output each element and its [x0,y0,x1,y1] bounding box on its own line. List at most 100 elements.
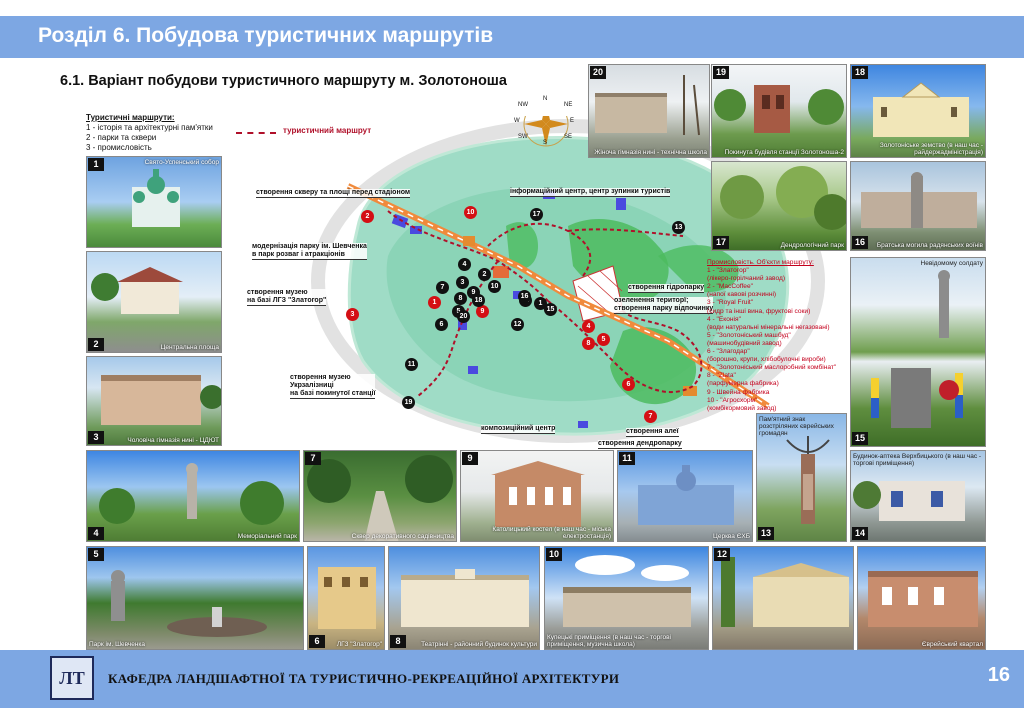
callout-line: створення музею [290,374,351,381]
legend-item: 2 - парки та сквери [86,133,157,142]
industry-line: (парфумерна фабрика) [707,380,779,388]
womens-gymnasium-illustration [595,75,700,136]
marker-black: 11 [405,358,418,371]
industry-line: (борошно, крупи, хлібобулочні вироби) [707,356,826,364]
photo-caption: Єврейський квартал [921,641,983,648]
photo-number: 9 [462,452,478,465]
callout-shevchenko-park: модернізація парку ім. Шевченка в парк р… [252,243,367,260]
callout-railway-museum: створення музею Укрзалізниці на базі пок… [290,374,376,399]
callout-line: створення парку відпочинку [614,305,714,312]
photo-number: 1 [88,158,104,171]
callout-info-center: інформаційний центр, центр зупинки турис… [510,188,671,197]
quarter-illustration [721,557,849,627]
photo-caption: Меморіальний парк [237,533,297,540]
industry-list: Промисловість. Об'єкти маршруту: 1 - "Зл… [707,259,836,413]
callout-line: озеленення територї; [614,297,689,304]
marker-black: 18 [472,294,485,307]
photo-number: 16 [852,236,868,249]
photo-number: 4 [88,527,104,540]
marker-red: 6 [622,378,635,391]
dendro-illustration [720,166,846,230]
photo-womens-gymnasium: 20 Жіноча гімназія нині - технічна школа [588,64,710,158]
callout-line: на базі покинутої станції [290,390,376,397]
route-line-sample [236,132,276,134]
photo-decorative-square: 7 Сквер декоративного садівництва [303,450,457,542]
callout-alley: створення алеї [626,428,679,437]
compass-e: E [570,118,575,124]
ecb-illustration [638,465,734,525]
photo-caption: Братська могила радянських воїнів [876,242,983,249]
square-illustration [91,267,183,314]
industry-line: (напої кавові розчинні) [707,291,777,299]
callout-line: в парк розваг і атракціонів [252,251,345,258]
callout-greening: озеленення територї; створення парку від… [614,297,714,314]
photo-caption: ЛГЗ "Златогор" [336,641,382,648]
photo-caption: Церква ЄХБ [713,533,750,540]
callout-stadium-square: створення скверу та площі перед стадіоно… [256,189,411,198]
photo-jewish-quarter: Єврейський квартал [857,546,986,650]
photo-number: 2 [88,338,104,351]
photo-number: 14 [852,527,868,540]
industry-line: (лікеро-горілчаний завод) [707,275,786,283]
industry-line: 7 - "Золотоніський маслоробний комбінат" [707,364,837,372]
marker-black: 7 [436,281,449,294]
industry-line: 10 - "Агросхорм" [707,396,758,404]
logo-letters: ЛТ [59,668,85,688]
callout-line: створення музею [247,289,308,296]
industry-line: 6 - "Злагодар" [707,348,750,356]
legend-item: 3 - промисловість [86,143,152,152]
compass-se: SE [564,134,573,140]
marker-black: 3 [456,276,469,289]
marker-red: 4 [582,320,595,333]
compass-n: N [543,96,548,102]
photo-number: 13 [758,527,774,540]
square-path-illustration [307,455,453,541]
marker-black: 13 [672,221,685,234]
photo-pharmacy: Будинок-аптека Верхбицького (в наш час -… [850,450,986,542]
soldier-illustration [871,270,963,428]
photo-caption: Жіноча гімназія нині - технічна школа [594,149,707,156]
page-subtitle: 6.1. Варіант побудови туристичного маршр… [60,73,507,89]
marker-red: 10 [464,206,477,219]
marker-black: 2 [478,268,491,281]
marker-red: 3 [346,308,359,321]
photo-jewish-memorial: Пам'ятний знак розстріляних єврейських г… [756,413,847,542]
photo-number: 11 [619,452,635,465]
photo-caption: Золотоніське земство (в наш час - райдер… [879,142,983,156]
photo-caption: Парк ім. Шевченка [89,641,146,648]
route-label: туристичний маршрут [283,126,372,135]
gymnasium-illustration [101,375,221,425]
callout-dendropark: створення дендропарку [598,440,682,449]
marker-black: 10 [488,280,501,293]
compass-ne: NE [564,102,573,108]
photo-number: 12 [714,548,730,561]
photo-caption: Будинок-аптека Верхбицького (в наш час -… [853,453,982,467]
photo-central-square: 2 Центральна площа [86,251,222,353]
photo-caption: Дендрологічний парк [780,242,844,249]
photo-number: 6 [309,635,325,648]
photo-memorial-park: 4 Меморіальний парк [86,450,300,542]
industry-line: (комбікормовий завод) [707,404,777,412]
industry-line: 3 - "Royal Fruit" [707,299,754,307]
photo-number: 17 [713,236,729,249]
industry-title: Промисловість. Об'єкти маршруту: [707,259,814,266]
industry-line: 1 - "Златогор" [707,267,749,275]
photo-catholic-church: 9 Католицький костел (в наш час - міська… [460,450,614,542]
photo-zlatogor-plant: 6 ЛГЗ "Златогор" [307,546,385,650]
industry-line: 4 - "Еконія" [707,315,741,323]
photo-number: 19 [713,66,729,79]
legend-title: Туристичні маршрути: [86,113,175,122]
photo-caption: Католицький костел (в наш час - міська е… [492,526,611,540]
callout-zlatogor-museum: створення музею на базі ЛГЗ "Златогор" [247,289,327,306]
compass-s: S [543,140,548,146]
marker-red: 5 [597,333,610,346]
marker-black: 15 [544,303,557,316]
industry-line: 9 - Швейна фабрика [707,388,770,396]
callout-compositional-center: композиційний центр [481,425,556,434]
photo-caption: Невідомому солдату [920,260,983,267]
department-name: КАФЕДРА ЛАНДШАФТНОЇ ТА ТУРИСТИЧНО-РЕКРЕА… [108,671,620,686]
industry-line: (води натуральні мінеральні негазовані) [707,323,830,331]
jewish-quarter-illustration [868,571,978,627]
photo-caption: Чоловіча гімназія нині - ЦДЮТ [127,437,219,444]
industry-line: 5 - "Золотоніський машбуд" [707,331,791,339]
